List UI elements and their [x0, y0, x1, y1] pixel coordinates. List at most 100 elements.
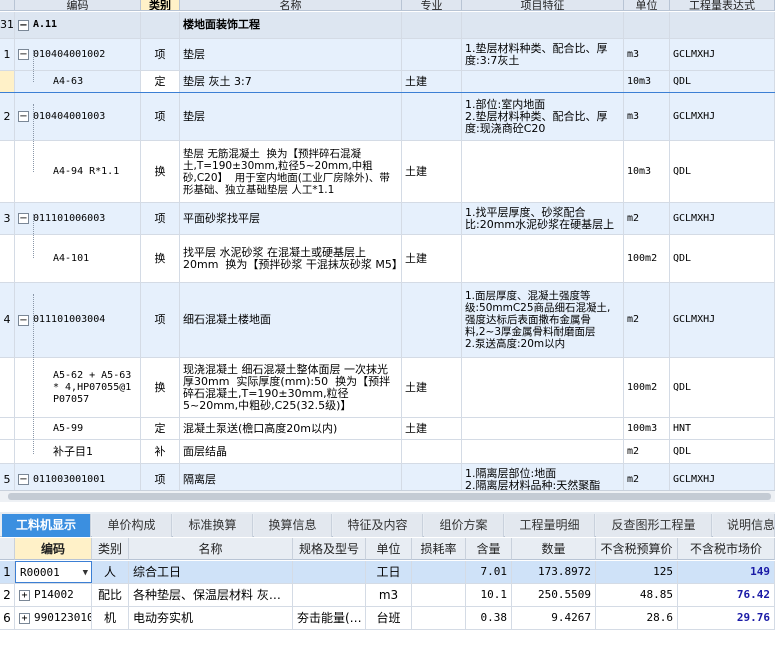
major-cell[interactable] [402, 283, 462, 357]
table-row-item[interactable]: 4 −011101003004 项 细石混凝土楼地面 1.面层厚度、混凝土强度等… [0, 283, 775, 358]
spec-cell[interactable]: 夯击能量(… [293, 607, 366, 629]
unit-cell[interactable]: m3 [624, 93, 670, 140]
col-header-unit[interactable]: 单位 [366, 538, 412, 560]
qty-cell[interactable]: 10.1 [466, 584, 512, 606]
collapse-icon[interactable]: − [18, 49, 29, 60]
collapse-icon[interactable]: − [18, 213, 29, 224]
type-cell[interactable]: 项 [141, 93, 180, 140]
feature-cell[interactable] [462, 141, 624, 202]
major-cell[interactable]: 土建 [402, 235, 462, 282]
major-cell[interactable]: 土建 [402, 418, 462, 439]
name-cell[interactable]: 平面砂浆找平层 [180, 203, 402, 234]
amount-cell[interactable]: 9.4267 [512, 607, 596, 629]
major-cell[interactable] [402, 464, 462, 490]
market-price-cell[interactable]: 29.76 [678, 607, 775, 629]
unit-cell[interactable]: m2 [624, 464, 670, 490]
major-cell[interactable]: 土建 [402, 71, 462, 92]
name-cell[interactable]: 垫层 灰土 3:7 [180, 71, 402, 92]
type-cell[interactable]: 机 [92, 607, 129, 629]
type-cell[interactable]: 人 [92, 561, 129, 583]
col-header-name[interactable]: 名称 [180, 0, 402, 11]
unit-cell[interactable]: 10m3 [624, 141, 670, 202]
col-header-qty[interactable]: 含量 [466, 538, 512, 560]
expr-cell[interactable]: QDL [670, 358, 775, 417]
spec-cell[interactable] [293, 584, 366, 606]
feature-cell[interactable] [462, 418, 624, 439]
tax-price-cell[interactable]: 48.85 [596, 584, 678, 606]
table-row-subitem[interactable]: 补子目1 补 面层结晶 m2 QDL [0, 440, 775, 464]
major-cell[interactable] [402, 203, 462, 234]
expr-cell[interactable]: GCLMXHJ [670, 39, 775, 70]
amount-cell[interactable]: 173.8972 [512, 561, 596, 583]
tab-standard-conversion[interactable]: 标准换算 [173, 514, 253, 537]
col-header-code[interactable]: 编码 [15, 0, 141, 11]
table-row-subitem[interactable]: A4-101 换 找平层 水泥砂浆 在混凝土或硬基层上 20mm 换为【预拌砂浆… [0, 235, 775, 283]
col-header-amount[interactable]: 数量 [512, 538, 596, 560]
col-header-tax-price[interactable]: 不含税预算价 [596, 538, 678, 560]
table-row-subitem[interactable]: A4-94 R*1.1 换 垫层 无筋混凝土 换为【预拌碎石混凝土,T=190±… [0, 141, 775, 203]
spec-cell[interactable] [293, 561, 366, 583]
feature-cell[interactable]: 1.面层厚度、混凝土强度等级:50mmC25商品细石混凝土,强度达标后表面撒布金… [462, 283, 624, 357]
tab-pricing-scheme[interactable]: 组价方案 [424, 514, 504, 537]
tab-features-content[interactable]: 特征及内容 [333, 514, 423, 537]
unit-cell[interactable] [624, 12, 670, 38]
name-cell[interactable]: 各种垫层、保温层材料 灰… [129, 584, 293, 606]
type-cell[interactable]: 项 [141, 39, 180, 70]
tab-unit-price-composition[interactable]: 单价构成 [92, 514, 172, 537]
type-cell[interactable]: 定 [141, 418, 180, 439]
name-cell[interactable]: 垫层 [180, 39, 402, 70]
type-cell[interactable]: 换 [141, 141, 180, 202]
col-header-code[interactable]: 编码 [15, 538, 92, 560]
resource-row[interactable]: 6 +990123010 机 电动夯实机 夯击能量(… 台班 0.38 9.42… [0, 607, 775, 630]
col-header-major[interactable]: 专业 [402, 0, 462, 11]
name-cell[interactable]: 楼地面装饰工程 [180, 12, 402, 38]
col-header-feature[interactable]: 项目特征 [462, 0, 624, 11]
type-cell[interactable]: 补 [141, 440, 180, 463]
loss-cell[interactable] [412, 607, 466, 629]
type-cell[interactable]: 换 [141, 235, 180, 282]
expr-cell[interactable]: QDL [670, 440, 775, 463]
table-row-group[interactable]: 31 − A.11 楼地面装饰工程 [0, 12, 775, 39]
market-price-cell[interactable]: 76.42 [678, 584, 775, 606]
name-cell[interactable]: 隔离层 [180, 464, 402, 490]
loss-cell[interactable] [412, 584, 466, 606]
tab-conversion-info[interactable]: 换算信息 [254, 514, 332, 537]
name-cell[interactable]: 垫层 无筋混凝土 换为【预拌碎石混凝土,T=190±30mm,粒径5~20mm,… [180, 141, 402, 202]
table-row-item[interactable]: 5 −011003001001 项 隔离层 1.隔离层部位:地面 2.隔离层材料… [0, 464, 775, 490]
code-cell[interactable]: +990123010 [15, 607, 92, 629]
tab-description[interactable]: 说明信息 [713, 514, 775, 537]
type-cell[interactable]: 配比 [92, 584, 129, 606]
type-cell[interactable]: 项 [141, 203, 180, 234]
expand-icon[interactable]: + [19, 613, 30, 624]
name-cell[interactable]: 面层结晶 [180, 440, 402, 463]
feature-cell[interactable] [462, 358, 624, 417]
feature-cell[interactable] [462, 235, 624, 282]
collapse-icon[interactable]: − [18, 111, 29, 122]
feature-cell[interactable]: 1.隔离层部位:地面 2.隔离层材料品种:天然聚酯 [462, 464, 624, 490]
table-row-item[interactable]: 2 −010404001003 项 垫层 1.部位:室内地面 2.垫层材料种类、… [0, 93, 775, 141]
col-header-loss[interactable]: 损耗率 [412, 538, 466, 560]
tab-reverse-lookup[interactable]: 反查图形工程量 [596, 514, 712, 537]
col-header-type[interactable]: 类别 [141, 0, 180, 11]
tax-price-cell[interactable]: 125 [596, 561, 678, 583]
table-row-subitem-selected[interactable]: A4-63 定 垫层 灰土 3:7 土建 10m3 QDL [0, 71, 775, 93]
col-header-unit[interactable]: 单位 [624, 0, 670, 11]
unit-cell[interactable]: 100m3 [624, 418, 670, 439]
resource-row-selected[interactable]: 1 R00001 ▼ 人 综合工日 工日 7.01 173.8972 125 14… [0, 561, 775, 584]
unit-cell[interactable]: 100m2 [624, 358, 670, 417]
expr-cell[interactable]: GCLMXHJ [670, 93, 775, 140]
name-cell[interactable]: 电动夯实机 [129, 607, 293, 629]
code-cell[interactable]: + P14002 [15, 584, 92, 606]
unit-cell[interactable]: m2 [624, 440, 670, 463]
name-cell[interactable]: 现浇混凝土 细石混凝土整体面层 一次抹光厚30mm 实际厚度(mm):50 换为… [180, 358, 402, 417]
name-cell[interactable]: 找平层 水泥砂浆 在混凝土或硬基层上 20mm 换为【预拌砂浆 干混抹灰砂浆 M… [180, 235, 402, 282]
expand-icon[interactable]: + [19, 590, 30, 601]
collapse-icon[interactable]: − [18, 19, 29, 31]
expr-cell[interactable]: HNT [670, 418, 775, 439]
tax-price-cell[interactable]: 28.6 [596, 607, 678, 629]
col-header-name[interactable]: 名称 [129, 538, 293, 560]
qty-cell[interactable]: 7.01 [466, 561, 512, 583]
feature-cell[interactable]: 1.找平层厚度、砂浆配合比:20mm水泥砂浆在硬基层上 [462, 203, 624, 234]
table-row-item[interactable]: 3 −011101006003 项 平面砂浆找平层 1.找平层厚度、砂浆配合比:… [0, 203, 775, 235]
unit-cell[interactable]: 100m2 [624, 235, 670, 282]
